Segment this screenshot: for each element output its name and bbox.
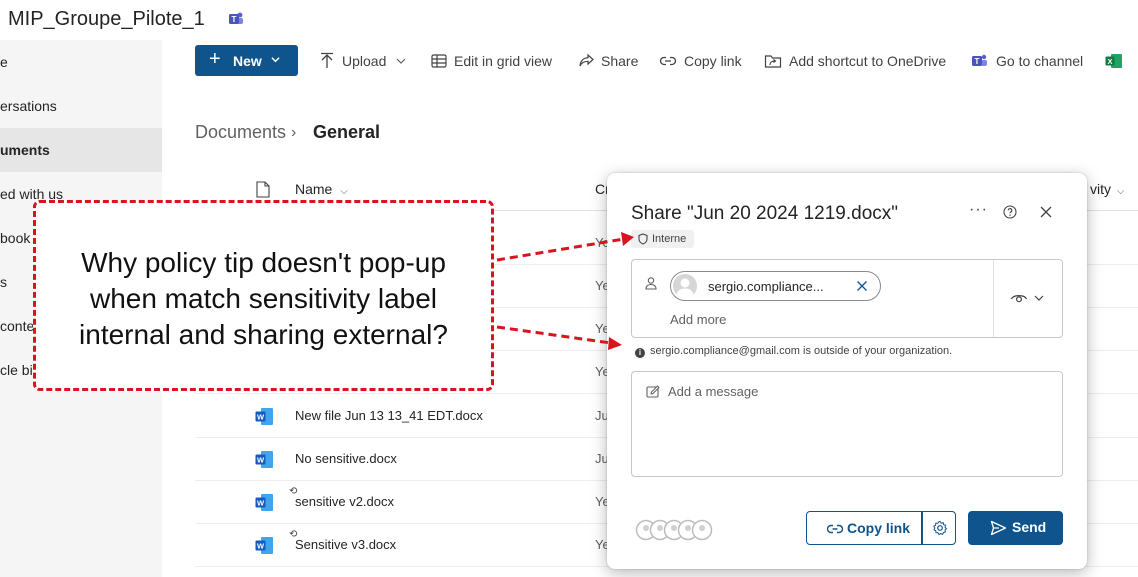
nav-item-home[interactable]: e [0, 40, 162, 84]
upload-button[interactable]: Upload [319, 52, 406, 69]
more-options-icon[interactable]: ··· [969, 201, 988, 219]
nav-item-label: book [0, 230, 31, 246]
excel-icon: X [1105, 54, 1122, 68]
message-placeholder: Add a message [668, 384, 759, 399]
breadcrumb-current: General [313, 122, 381, 142]
nav-item-label: cle bi [0, 362, 33, 378]
eye-icon[interactable] [1010, 291, 1028, 305]
nav-item-documents[interactable]: uments [0, 128, 162, 172]
site-header: MIP_Groupe_Pilote_1 T [0, 0, 1138, 40]
go-to-channel-button[interactable]: T Go to channel [971, 53, 1083, 69]
sensitivity-label-badge[interactable]: Interne [631, 230, 695, 248]
people-with-access-icon[interactable] [635, 519, 715, 541]
word-icon: W [255, 537, 273, 554]
breadcrumb-separator: › [291, 124, 297, 141]
shortcut-icon [764, 55, 782, 68]
send-button[interactable]: Send [968, 511, 1063, 545]
external-user-warning: i sergio.compliance@gmail.com is outside … [635, 345, 952, 358]
link-icon [827, 524, 843, 534]
remove-recipient-icon[interactable] [856, 280, 868, 292]
link-icon [659, 56, 677, 66]
link-settings-button[interactable] [922, 511, 956, 545]
nav-item-label: ersations [0, 98, 57, 114]
annotation-text: Why policy tip doesn't pop-up when match… [36, 245, 491, 353]
new-button-label: New [233, 53, 262, 69]
word-icon: W [255, 494, 273, 511]
svg-text:X: X [1107, 57, 1112, 66]
row-file-name[interactable]: No sensitive.docx [295, 451, 397, 466]
plus-icon: + [209, 48, 221, 70]
chevron-down-icon [271, 57, 280, 63]
column-name-label: Name [295, 181, 333, 197]
annotation-line: when match sensitivity label [89, 283, 438, 314]
chevron-down-icon[interactable] [1034, 294, 1044, 302]
upload-icon [321, 52, 333, 68]
nav-item-label: uments [0, 142, 50, 158]
chevron-down-icon: ⌵ [340, 186, 348, 197]
copy-link-button[interactable]: Copy link [659, 53, 742, 69]
command-bar: + New Upload Edit in grid view Share Cop… [162, 40, 1138, 84]
chevron-down-icon [396, 58, 406, 64]
svg-text:W: W [257, 456, 265, 465]
edit-grid-view-button[interactable]: Edit in grid view [431, 53, 552, 69]
teams-icon[interactable]: T [227, 10, 245, 28]
row-file-name[interactable]: Sensitive v3.docx [295, 537, 396, 552]
copy-link-label: Copy link [847, 520, 911, 536]
recipient-chip[interactable]: sergio.compliance... [670, 271, 881, 301]
nav-item-label: s [0, 274, 7, 290]
add-more-input[interactable]: Add more [670, 312, 726, 327]
svg-text:T: T [975, 57, 980, 66]
share-dialog: Share "Jun 20 2024 1219.docx" ··· Intern… [607, 173, 1087, 569]
row-file-name[interactable]: sensitive v2.docx [295, 494, 394, 509]
row-file-name[interactable]: New file Jun 13 13_41 EDT.docx [295, 408, 483, 423]
edit-grid-label: Edit in grid view [454, 53, 553, 69]
external-user-warning-text: sergio.compliance@gmail.com is outside o… [650, 345, 953, 357]
person-icon [645, 277, 657, 290]
word-icon: W [255, 408, 273, 425]
file-type-icon [256, 181, 270, 198]
edit-icon [646, 385, 660, 398]
svg-text:T: T [232, 15, 237, 24]
column-activity[interactable]: vity ⌵ [1090, 181, 1124, 197]
close-icon[interactable] [1039, 205, 1053, 219]
people-picker[interactable]: sergio.compliance... Add more [631, 259, 1063, 338]
annotation-line: internal and sharing external? [79, 319, 448, 350]
word-icon: W [255, 451, 273, 468]
send-label: Send [1012, 519, 1047, 535]
sensitivity-label-text: Interne [652, 233, 687, 245]
gear-icon [933, 520, 948, 536]
grid-icon [431, 54, 447, 68]
send-icon [990, 520, 1007, 536]
add-shortcut-button[interactable]: Add shortcut to OneDrive [764, 53, 946, 69]
breadcrumb-documents[interactable]: Documents [195, 122, 286, 143]
column-activity-label: vity [1090, 181, 1111, 197]
nav-item-label: conte [0, 318, 35, 334]
recipient-name: sergio.compliance... [708, 279, 824, 294]
message-textarea[interactable]: Add a message [631, 371, 1063, 477]
svg-text:W: W [257, 499, 265, 508]
share-icon [579, 53, 594, 67]
share-dialog-title: Share "Jun 20 2024 1219.docx" [631, 203, 899, 224]
new-button[interactable]: + New [195, 45, 298, 76]
svg-text:W: W [257, 413, 265, 422]
chevron-down-icon: ⌵ [1116, 186, 1125, 197]
help-icon[interactable] [1003, 205, 1017, 219]
nav-item-conversations[interactable]: ersations [0, 84, 162, 128]
teams-icon: T [972, 54, 987, 66]
share-button[interactable]: Share [578, 53, 638, 69]
copy-link-button[interactable]: Copy link [806, 511, 922, 545]
annotation-callout: Why policy tip doesn't pop-up when match… [33, 200, 494, 391]
nav-item-label: e [0, 54, 8, 70]
permission-divider [993, 260, 994, 337]
annotation-line: Why policy tip doesn't pop-up [81, 247, 446, 278]
shield-icon [638, 233, 648, 245]
info-icon: i [635, 348, 645, 358]
svg-text:W: W [257, 542, 265, 551]
column-name[interactable]: Name ⌵ [295, 181, 348, 197]
add-shortcut-label: Add shortcut to OneDrive [789, 53, 947, 69]
avatar [673, 274, 697, 298]
site-title[interactable]: MIP_Groupe_Pilote_1 [8, 8, 205, 31]
